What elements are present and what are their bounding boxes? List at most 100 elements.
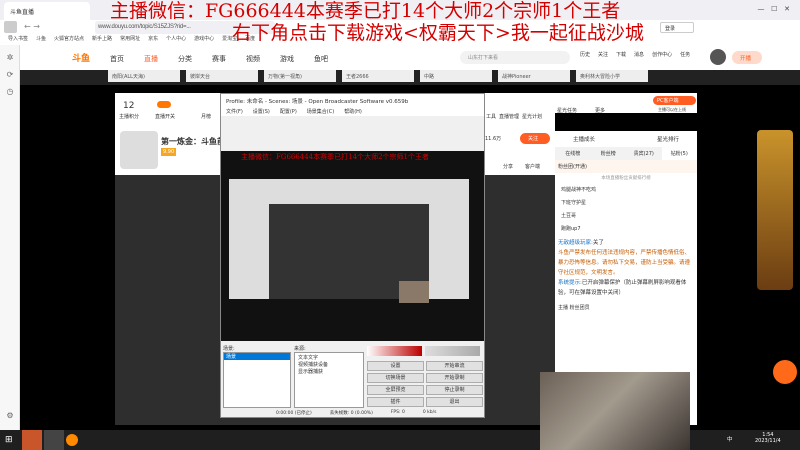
rank-row[interactable]: 土豆哥	[555, 209, 697, 222]
sources-list[interactable]: 文本文字 视频捕获设备 显示器捕获	[294, 352, 364, 408]
bookmark-item[interactable]: 京东	[148, 36, 158, 42]
header-icon-2[interactable]: 下载	[616, 52, 626, 58]
category-item[interactable]: 彼岸天台	[186, 70, 258, 82]
mic-volume-meter[interactable]	[367, 346, 422, 356]
fan-club[interactable]: 粉丝团(开通)	[555, 160, 697, 173]
rank-row[interactable]: 跑跑up7	[555, 222, 697, 235]
source-item[interactable]: 显示器捕获	[298, 368, 360, 375]
promo-banner[interactable]	[757, 130, 793, 290]
obs-button[interactable]: 插件	[367, 397, 424, 407]
client-button[interactable]: 客户端	[525, 163, 540, 170]
chat-tab[interactable]: 在线榜	[555, 147, 591, 160]
live-toggle[interactable]	[157, 101, 171, 108]
obs-button[interactable]: 停止录制	[426, 385, 483, 395]
obs-app-icon[interactable]	[44, 430, 64, 450]
monthly-rank[interactable]: 月榜	[201, 113, 211, 120]
chat-tab[interactable]: 钻粉(5)	[661, 147, 697, 160]
bookmark-item[interactable]: 个人中心	[166, 36, 186, 42]
bookmark-item[interactable]: 游戏中心	[194, 36, 214, 42]
header-icon-1[interactable]: 关注	[598, 52, 608, 58]
obs-menu-item[interactable]: 场景集合(C)	[307, 109, 334, 115]
live-manage-button[interactable]: 直播管理	[499, 113, 519, 120]
bookmark-item[interactable]: 新手上路	[92, 36, 112, 42]
nav-item[interactable]: 直播	[144, 55, 158, 63]
obs-button[interactable]: 开始录制	[426, 373, 483, 383]
obs-button[interactable]: 全屏预览	[367, 385, 424, 395]
chat-user[interactable]: 无敌超级玩家:	[558, 240, 593, 246]
url-field[interactable]: www.douyu.com/topic/S15ZJS?rid=...	[98, 22, 191, 33]
chat-assistant-button[interactable]	[773, 360, 797, 384]
bookmark-item[interactable]: 斗鱼	[36, 36, 46, 42]
more-button[interactable]: 更多	[595, 107, 605, 114]
rank-row[interactable]: 鸡腿战神不吃鸡	[555, 183, 697, 196]
chat-tab[interactable]: 粉丝榜	[591, 147, 627, 160]
category-item[interactable]: 王者2666	[342, 70, 414, 82]
nav-item[interactable]: 视频	[246, 55, 260, 63]
browser-tab[interactable]: 斗鱼直播	[4, 2, 90, 20]
start-live-button[interactable]: 开播	[732, 51, 762, 64]
source-item[interactable]: 视频捕获设备	[298, 361, 360, 368]
chat-user[interactable]: 系统提示:	[558, 280, 582, 286]
ad-task[interactable]: 星光任务	[557, 107, 577, 114]
bookmark-item[interactable]: 火狐官方站点	[54, 36, 84, 42]
category-item[interactable]: 奥利林大冒险小学	[576, 70, 648, 82]
nav-item[interactable]: 分类	[178, 55, 192, 63]
rank-link[interactable]: 星光排行	[657, 135, 679, 143]
obs-button[interactable]: 设置	[367, 361, 424, 371]
bookmark-item[interactable]: 常用网址	[120, 36, 140, 42]
category-item[interactable]: 万物(第一视角)	[264, 70, 336, 82]
settings-icon[interactable]: ⚙	[0, 411, 20, 420]
nav-item[interactable]: 鱼吧	[314, 55, 328, 63]
category-bar: 南阳(ALL天海) 彼岸天台 万物(第一视角) 王者2666 中路 战神Pioneer 奥利…	[20, 70, 800, 85]
avatar[interactable]	[710, 49, 726, 65]
scene-item[interactable]: 场景	[224, 353, 290, 360]
window-controls[interactable]: — ☐ ✕	[758, 5, 791, 13]
header-icon-4[interactable]: 创作中心	[652, 52, 672, 58]
obs-menu-item[interactable]: 配置(P)	[280, 109, 297, 115]
category-item[interactable]: 南阳(ALL天海)	[108, 70, 180, 82]
chat-tab[interactable]: 贵宾(27)	[626, 147, 662, 160]
obs-menu-item[interactable]: 设置(S)	[253, 109, 270, 115]
share-button[interactable]: 分享	[503, 163, 513, 170]
sidebar-toggle[interactable]	[4, 21, 17, 33]
bookmark-item[interactable]: 导入书签	[8, 36, 28, 42]
start-icon[interactable]: ⊞	[5, 435, 13, 445]
back-forward-icons[interactable]: ← →	[24, 22, 40, 31]
clock[interactable]: 1:54 2023/11/4	[755, 432, 781, 444]
starlight-plan-button[interactable]: 星光计划	[522, 113, 542, 120]
chat-message: 无敌超级玩家:关了	[558, 238, 694, 248]
obs-preview: 主播微信：FG666444本赛季已打14个大师2个宗师1个王者	[221, 151, 484, 341]
tool-button[interactable]: 工具	[486, 113, 496, 120]
ime-indicator[interactable]: 中	[727, 435, 733, 443]
category-item[interactable]: 中路	[420, 70, 492, 82]
sync-button[interactable]: 登录	[660, 22, 694, 33]
history-icon[interactable]: ◷	[0, 87, 20, 96]
extension-icon[interactable]: ✲	[0, 53, 20, 62]
nav-item[interactable]: 首页	[110, 55, 124, 63]
nav-item[interactable]: 游戏	[280, 55, 294, 63]
nav-item[interactable]: 赛事	[212, 55, 226, 63]
obs-button[interactable]: 退出	[426, 397, 483, 407]
header-icon-0[interactable]: 历史	[580, 52, 590, 58]
desktop-volume-meter[interactable]	[425, 346, 480, 356]
douyu-logo[interactable]: 斗鱼	[72, 51, 90, 64]
header-icon-5[interactable]: 任务	[680, 52, 690, 58]
obs-button[interactable]: 开始串流	[426, 361, 483, 371]
obs-menu-item[interactable]: 帮助(H)	[344, 109, 362, 115]
sync-icon[interactable]: ⟳	[0, 70, 20, 79]
pc-client-button[interactable]: PC客户端	[653, 96, 696, 105]
category-item[interactable]: 战神Pioneer	[498, 70, 570, 82]
douyu-app-icon[interactable]	[22, 430, 42, 450]
search-input[interactable]: 山东打下来看	[460, 51, 570, 64]
follow-button[interactable]: 关注	[520, 133, 550, 144]
obs-menu-item[interactable]: 文件(F)	[226, 109, 243, 115]
firefox-icon[interactable]	[66, 434, 78, 446]
room-tools: 星光任务 更多 PC客户端 主播可以在上线	[555, 93, 697, 114]
header-icon-3[interactable]: 消息	[634, 52, 644, 58]
source-item[interactable]: 文本文字	[298, 354, 360, 361]
obs-title: Profile: 未命名 - Scenes: 场景 - Open Broadca…	[221, 94, 484, 106]
rank-row[interactable]: 下班守护星	[555, 196, 697, 209]
rank-link[interactable]: 主播成长	[573, 135, 595, 143]
obs-button[interactable]: 切换场景	[367, 373, 424, 383]
scenes-list[interactable]: 场景	[223, 352, 291, 408]
